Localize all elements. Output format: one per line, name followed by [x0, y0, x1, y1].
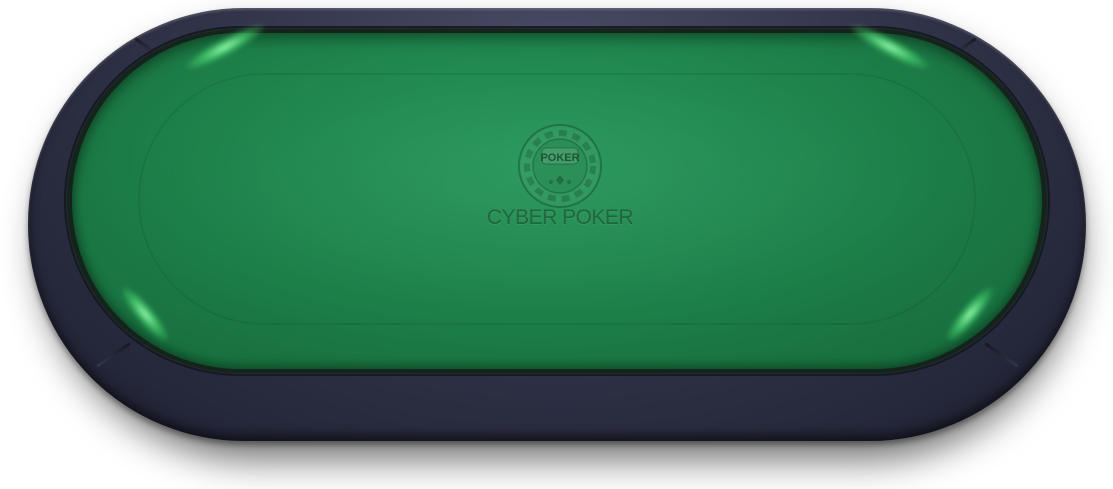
logo-text: POKER [540, 152, 580, 164]
game-stage: POKER CYBER POKER [0, 0, 1113, 489]
brand-name: CYBER POKER [486, 206, 634, 229]
poker-chip-icon: POKER [516, 122, 604, 210]
